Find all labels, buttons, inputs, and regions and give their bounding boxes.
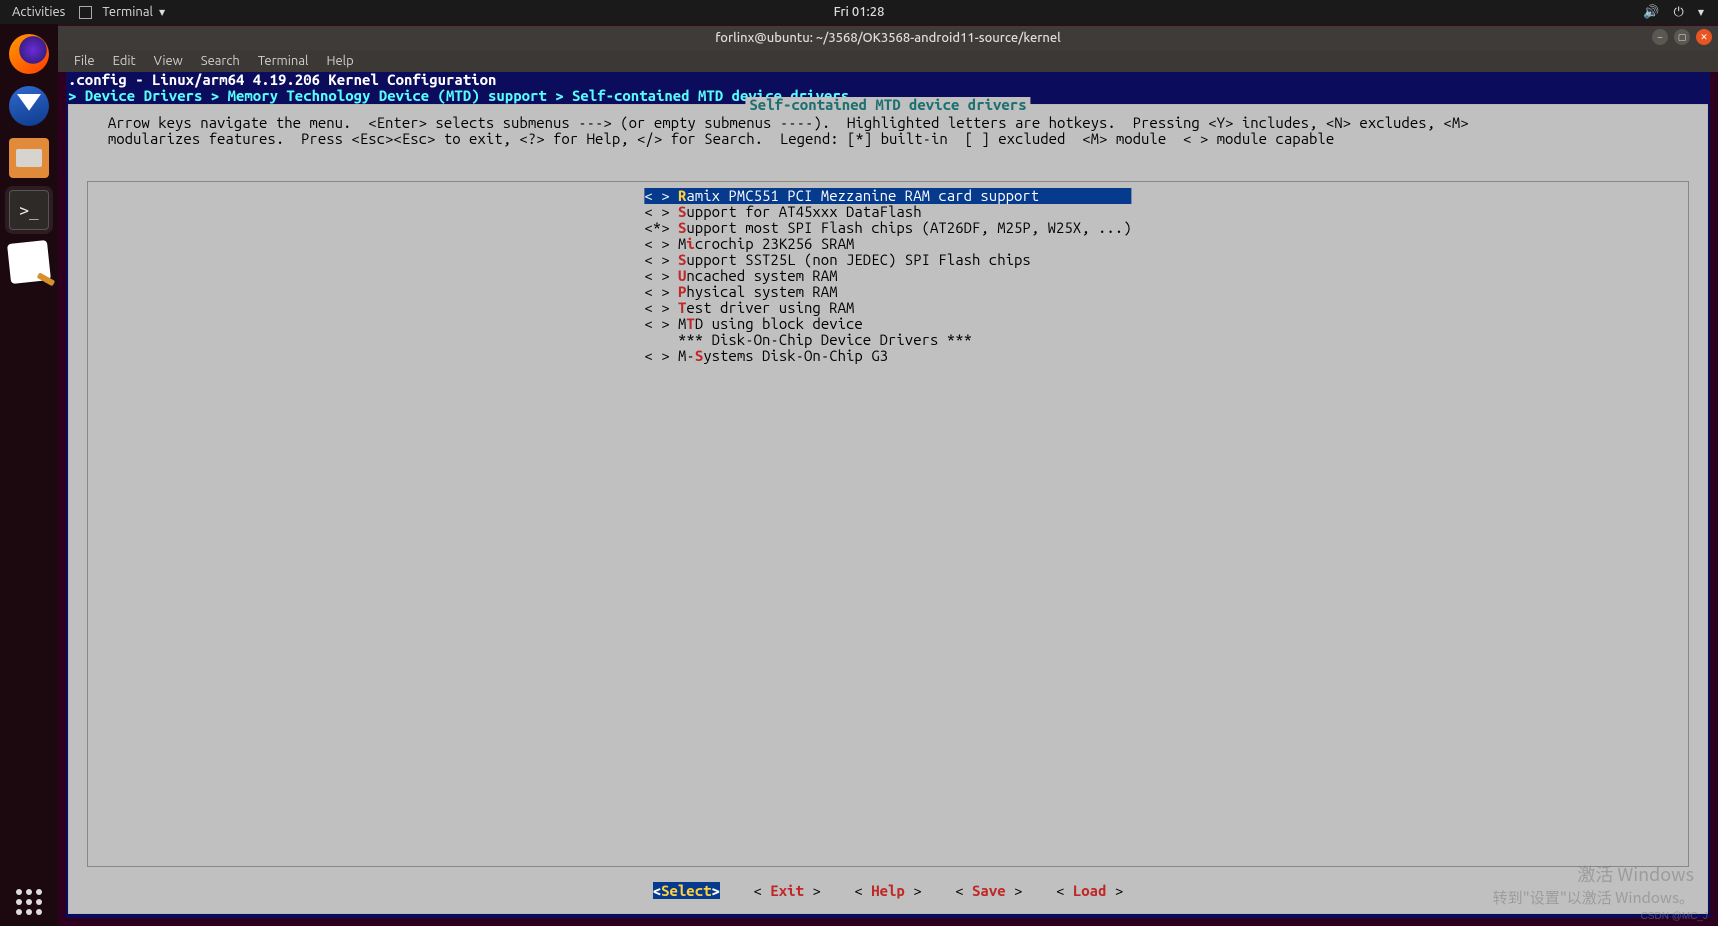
terminal-viewport[interactable]: .config - Linux/arm64 4.19.206 Kernel Co… <box>66 72 1710 918</box>
kconfig-inner-frame: < > Ramix PMC551 PCI Mezzanine RAM card … <box>87 181 1689 867</box>
chevron-down-icon[interactable]: ▼ <box>1698 8 1704 17</box>
minimize-button[interactable]: – <box>1652 29 1668 45</box>
dock-thunderbird[interactable] <box>5 82 53 130</box>
button-load[interactable]: < Load > <box>1056 882 1123 899</box>
kconfig-menu-item[interactable]: < > MTD using block device <box>644 316 1131 332</box>
dock-files[interactable] <box>5 134 53 182</box>
kconfig-menu-item[interactable]: < > Support SST25L (non JEDEC) SPI Flash… <box>644 252 1131 268</box>
app-indicator-label: Terminal <box>102 5 153 19</box>
kconfig-button-bar: <Select> < Exit > < Help > < Save > < Lo… <box>69 883 1707 899</box>
menu-file[interactable]: File <box>66 54 103 68</box>
power-icon[interactable]: ⏻ <box>1674 5 1684 20</box>
button-help[interactable]: < Help > <box>854 882 921 899</box>
menu-view[interactable]: View <box>146 54 191 68</box>
text-editor-icon <box>7 240 51 284</box>
terminal-icon: >_ <box>9 190 49 230</box>
dock: >_ <box>0 24 58 926</box>
kconfig-menu-item[interactable]: < > Support for AT45xxx DataFlash <box>644 204 1131 220</box>
button-exit[interactable]: < Exit > <box>754 882 821 899</box>
terminal-window: forlinx@ubuntu: ~/3568/OK3568-android11-… <box>58 26 1718 926</box>
activities-button[interactable]: Activities <box>12 5 65 19</box>
dock-text-editor[interactable] <box>5 238 53 286</box>
titlebar[interactable]: forlinx@ubuntu: ~/3568/OK3568-android11-… <box>58 26 1718 50</box>
kconfig-menu-item[interactable]: *** Disk-On-Chip Device Drivers *** <box>644 332 1131 348</box>
kconfig-menu-item[interactable]: < > Physical system RAM <box>644 284 1131 300</box>
kconfig-menu-item[interactable]: < > Ramix PMC551 PCI Mezzanine RAM card … <box>644 188 1131 204</box>
kconfig-menu-item[interactable]: < > Test driver using RAM <box>644 300 1131 316</box>
chevron-down-icon: ▼ <box>159 8 165 17</box>
menu-search[interactable]: Search <box>193 54 248 68</box>
button-select[interactable]: <Select> <box>653 882 720 899</box>
maximize-button[interactable]: ▢ <box>1674 29 1690 45</box>
dock-terminal[interactable]: >_ <box>5 186 53 234</box>
kconfig-menu-item[interactable]: < > M-Systems Disk-On-Chip G3 <box>644 348 1131 364</box>
gnome-topbar: Activities Terminal ▼ Fri 01:28 🔊 ⏻ ▼ <box>0 0 1718 24</box>
button-save[interactable]: < Save > <box>955 882 1022 899</box>
kconfig-help-text: Arrow keys navigate the menu. <Enter> se… <box>91 115 1685 147</box>
kconfig-menu-item[interactable]: < > Microchip 23K256 SRAM <box>644 236 1131 252</box>
kconfig-header: .config - Linux/arm64 4.19.206 Kernel Co… <box>66 72 1710 88</box>
applications-grid-icon <box>16 889 42 915</box>
dock-firefox[interactable] <box>5 30 53 78</box>
menu-terminal[interactable]: Terminal <box>250 54 317 68</box>
volume-icon[interactable]: 🔊 <box>1643 5 1659 20</box>
app-indicator[interactable]: Terminal ▼ <box>79 5 165 19</box>
kconfig-frame-title: Self-contained MTD device drivers <box>745 97 1030 113</box>
kconfig-menu-item[interactable]: < > Uncached system RAM <box>644 268 1131 284</box>
menu-edit[interactable]: Edit <box>105 54 144 68</box>
terminal-app-icon <box>79 6 92 19</box>
dock-show-applications[interactable] <box>5 878 53 926</box>
kconfig-menu-item[interactable]: <*> Support most SPI Flash chips (AT26DF… <box>644 220 1131 236</box>
kconfig-menu-list[interactable]: < > Ramix PMC551 PCI Mezzanine RAM card … <box>644 188 1131 364</box>
kconfig-outer-frame: Self-contained MTD device drivers Arrow … <box>68 104 1708 914</box>
window-title: forlinx@ubuntu: ~/3568/OK3568-android11-… <box>715 31 1061 45</box>
terminal-menubar: File Edit View Search Terminal Help <box>58 50 1718 72</box>
clock[interactable]: Fri 01:28 <box>834 5 885 19</box>
firefox-icon <box>9 34 49 74</box>
csdn-watermark: CSDN @MC_J <box>1641 911 1708 922</box>
thunderbird-icon <box>9 86 49 126</box>
menu-help[interactable]: Help <box>318 54 361 68</box>
close-button[interactable]: ✕ <box>1696 29 1712 45</box>
files-icon <box>9 138 49 178</box>
